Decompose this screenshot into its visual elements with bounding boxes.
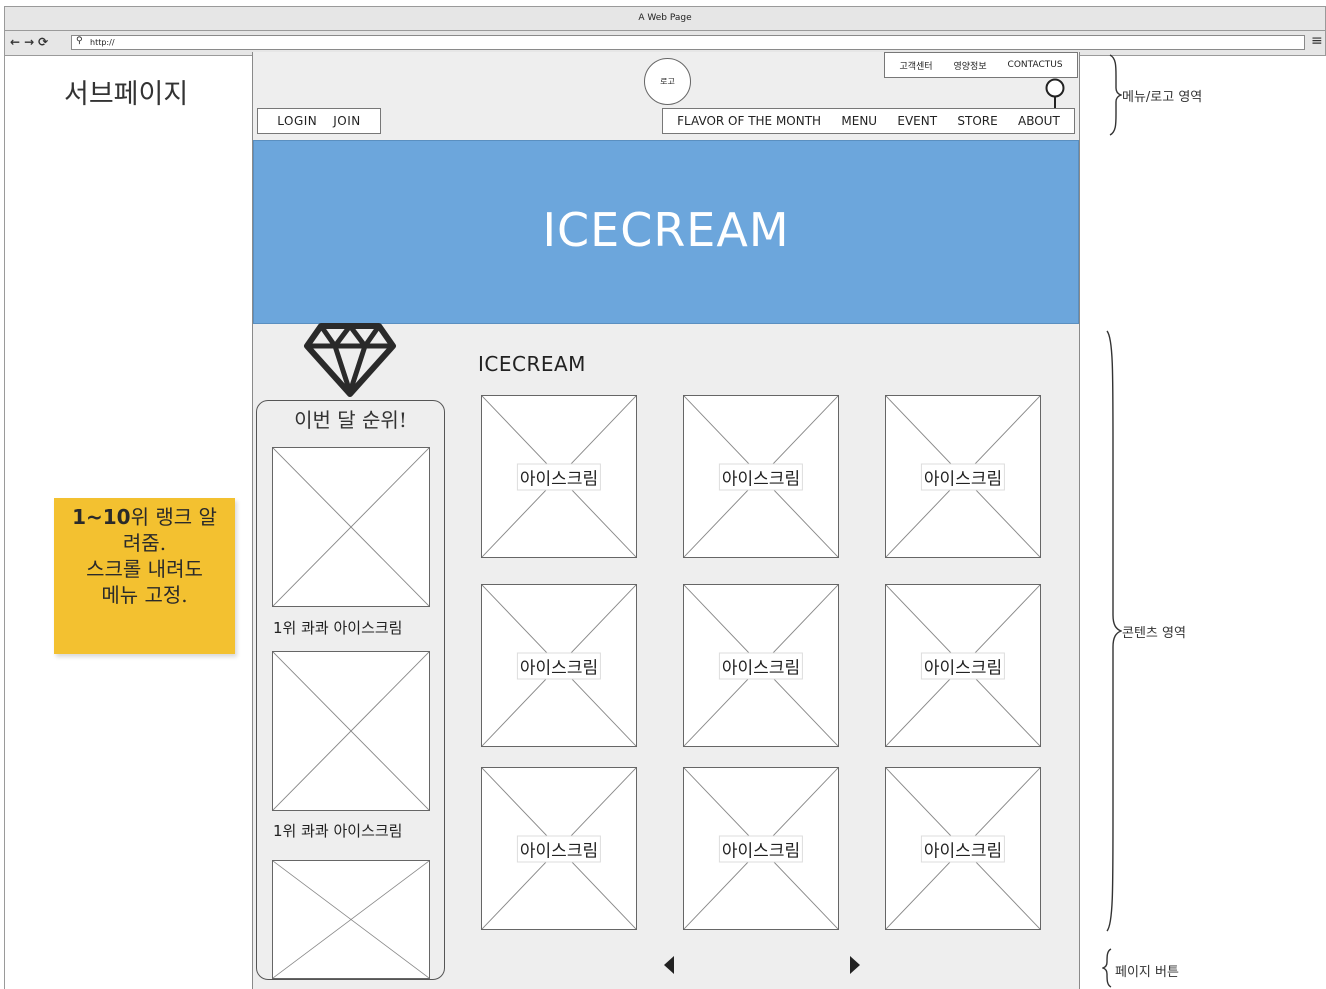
diamond-icon <box>304 323 396 397</box>
product-card[interactable]: 아이스크림 <box>481 395 637 558</box>
utility-link-contactus[interactable]: CONTACTUS <box>1008 60 1063 70</box>
product-label: 아이스크림 <box>718 463 804 490</box>
utility-nav: 고객센터 영양정보 CONTACTUS <box>884 52 1078 78</box>
product-card[interactable]: 아이스크림 <box>683 395 839 558</box>
image-placeholder-icon <box>273 448 429 606</box>
nav-item-event[interactable]: EVENT <box>897 114 937 128</box>
page-frame-border <box>4 56 5 989</box>
window-title: A Web Page <box>4 6 1326 30</box>
product-card[interactable]: 아이스크림 <box>885 395 1041 558</box>
reload-icon[interactable]: ⟳ <box>38 35 52 49</box>
product-card[interactable]: 아이스크림 <box>481 767 637 930</box>
annotation-content-area: 콘텐츠 영역 <box>1122 626 1186 641</box>
product-card[interactable]: 아이스크림 <box>885 767 1041 930</box>
ranking-caption[interactable]: 1위 콰콰 아이스크림 <box>273 820 402 841</box>
image-placeholder-icon <box>273 861 429 978</box>
product-label: 아이스크림 <box>920 652 1006 679</box>
member-nav: LOGIN JOIN <box>257 108 381 134</box>
product-label: 아이스크림 <box>516 652 602 679</box>
logo[interactable]: 로고 <box>644 58 691 105</box>
product-label: 아이스크림 <box>516 835 602 862</box>
nav-item-flavor-of-the-month[interactable]: FLAVOR OF THE MONTH <box>677 114 821 128</box>
prev-page-arrow-icon[interactable] <box>662 955 676 975</box>
product-label: 아이스크림 <box>920 835 1006 862</box>
product-card[interactable]: 아이스크림 <box>683 767 839 930</box>
utility-link-nutrition[interactable]: 영양정보 <box>954 59 987 72</box>
search-icon: ⚲ <box>76 36 83 46</box>
ranking-image[interactable] <box>272 651 430 811</box>
url-input[interactable]: http:// <box>71 35 1305 50</box>
search-icon[interactable] <box>1043 78 1067 110</box>
main-nav: FLAVOR OF THE MONTH MENU EVENT STORE ABO… <box>662 108 1075 134</box>
product-card[interactable]: 아이스크림 <box>481 584 637 747</box>
hero-banner: ICECREAM <box>253 140 1079 324</box>
sticky-note: 1~10위 랭크 알 려줌. 스크롤 내려도 메뉴 고정. <box>54 498 235 654</box>
sticky-note-line2: 려줌. <box>122 531 167 555</box>
join-link[interactable]: JOIN <box>333 114 361 128</box>
annotation-page-buttons: 페이지 버튼 <box>1115 965 1179 980</box>
login-link[interactable]: LOGIN <box>277 114 317 128</box>
brace-icon <box>1109 54 1122 136</box>
annotation-menu-logo-area: 메뉴/로고 영역 <box>1122 90 1203 105</box>
ranking-caption[interactable]: 1위 콰콰 아이스크림 <box>273 617 402 638</box>
sticky-note-line1: 1~10위 랭크 알 <box>72 505 217 529</box>
brace-icon <box>1102 948 1112 988</box>
content-title: ICECREAM <box>478 352 586 376</box>
product-card[interactable]: 아이스크림 <box>885 584 1041 747</box>
ranking-image[interactable] <box>272 860 430 979</box>
product-card[interactable]: 아이스크림 <box>683 584 839 747</box>
sticky-note-line4: 메뉴 고정. <box>101 583 188 607</box>
brace-icon <box>1106 330 1122 932</box>
nav-item-store[interactable]: STORE <box>957 114 997 128</box>
image-placeholder-icon <box>273 652 429 810</box>
product-label: 아이스크림 <box>516 463 602 490</box>
browser-nav-buttons[interactable]: ←→⟳ <box>10 35 52 49</box>
utility-link-customer-center[interactable]: 고객센터 <box>899 59 932 72</box>
ranking-image[interactable] <box>272 447 430 607</box>
product-label: 아이스크림 <box>920 463 1006 490</box>
page-label: 서브페이지 <box>64 79 189 110</box>
nav-item-menu[interactable]: MENU <box>841 114 877 128</box>
nav-item-about[interactable]: ABOUT <box>1018 114 1060 128</box>
hamburger-menu-icon[interactable]: ≡ <box>1311 33 1323 49</box>
back-arrow-icon[interactable]: ← <box>10 35 24 49</box>
next-page-arrow-icon[interactable] <box>848 955 862 975</box>
ranking-title: 이번 달 순위! <box>294 408 407 432</box>
sticky-note-line3: 스크롤 내려도 <box>86 557 203 581</box>
product-label: 아이스크림 <box>718 835 804 862</box>
product-label: 아이스크림 <box>718 652 804 679</box>
forward-arrow-icon[interactable]: → <box>24 35 38 49</box>
